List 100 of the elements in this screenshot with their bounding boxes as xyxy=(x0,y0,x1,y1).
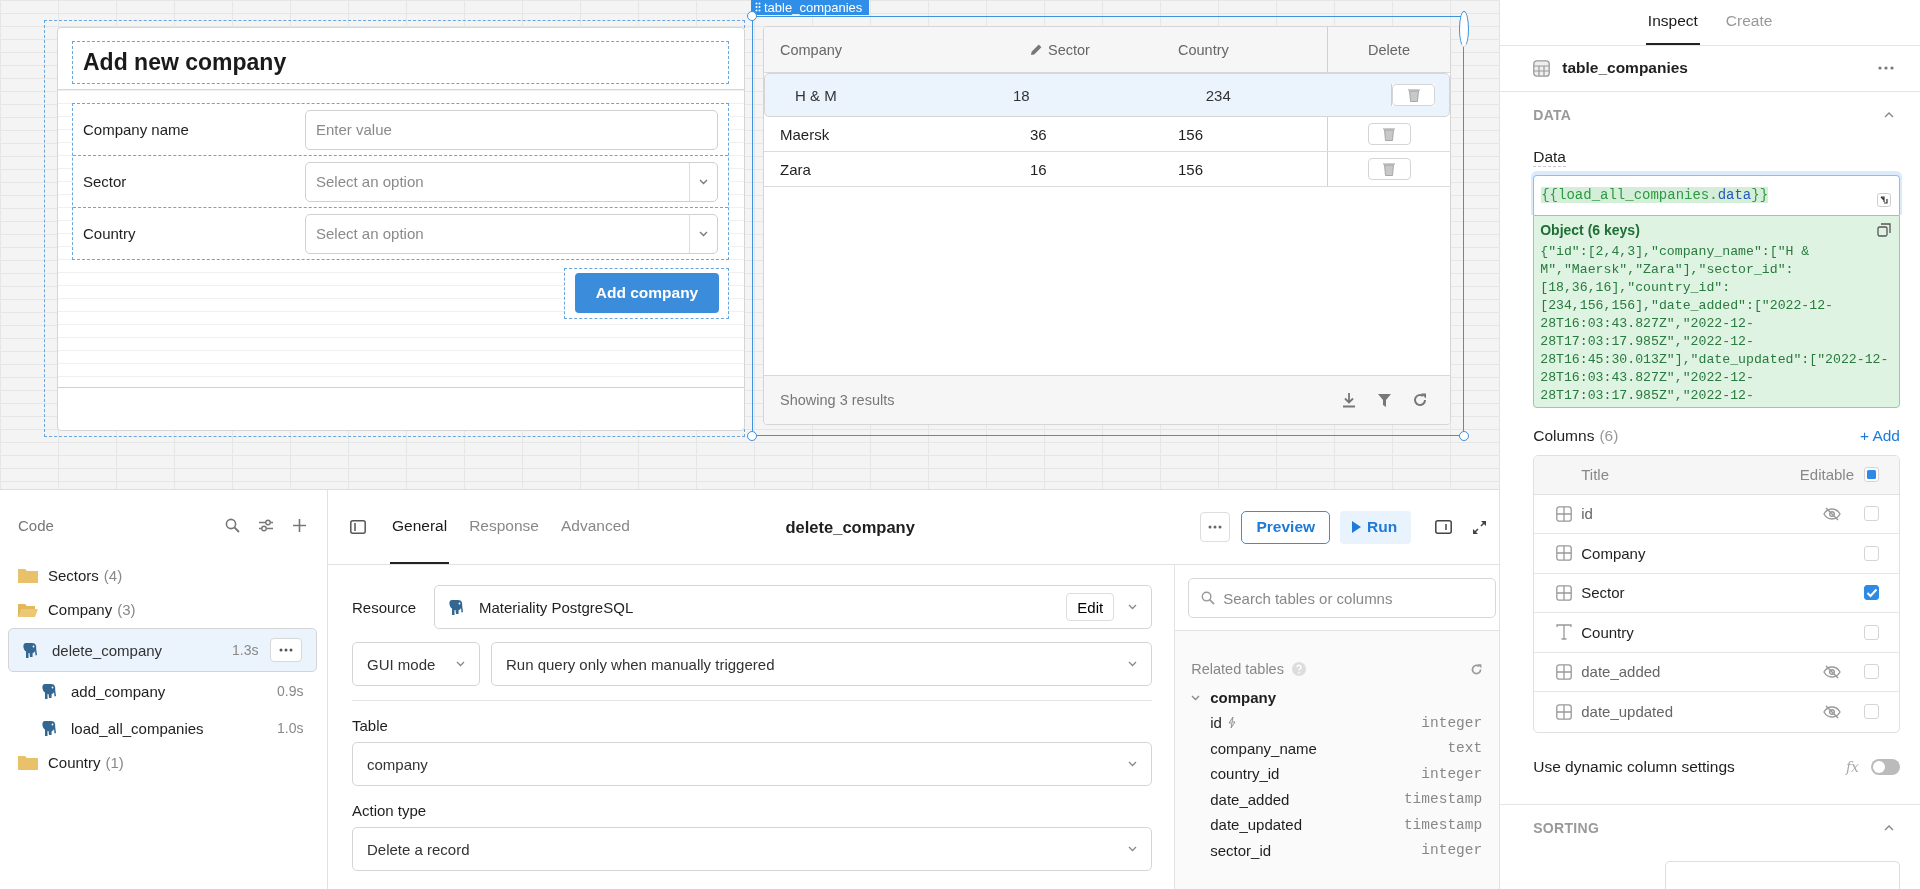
expand-icon[interactable] xyxy=(1472,519,1488,535)
edit-button[interactable]: Edit xyxy=(1066,593,1115,621)
run-button[interactable]: Run xyxy=(1340,510,1412,544)
eye-off-icon[interactable] xyxy=(1823,704,1841,719)
play-icon xyxy=(1352,521,1362,533)
resource-select[interactable]: Materiality PostgreSQL Edit xyxy=(434,585,1153,629)
column-name[interactable]: id xyxy=(1581,505,1814,523)
column-name: id xyxy=(1210,714,1222,732)
column-name[interactable]: Company xyxy=(1581,544,1855,562)
download-icon[interactable] xyxy=(1341,392,1357,408)
panel-title: Code xyxy=(18,516,55,534)
folder-item[interactable]: Sectors (4) xyxy=(8,557,317,594)
item-count: (6) xyxy=(1599,426,1619,445)
field-label: Resource xyxy=(352,598,418,616)
component-name: table_companies xyxy=(764,0,863,15)
trigger-select[interactable]: Run query only when manually triggered xyxy=(491,642,1153,686)
column-name: date_updated xyxy=(1210,816,1302,834)
code-field[interactable]: {{load_all_companies.data}} xyxy=(1533,174,1900,215)
query-item[interactable]: delete_company 1.3s xyxy=(8,628,317,672)
trash-icon xyxy=(1383,127,1395,141)
sidebar-icon[interactable] xyxy=(350,520,366,534)
refresh-icon[interactable] xyxy=(1412,392,1428,408)
format-icon[interactable] xyxy=(1877,193,1891,208)
add-button[interactable]: + Add xyxy=(1859,426,1900,445)
more-button[interactable] xyxy=(1200,512,1231,542)
query-item[interactable]: load_all_companies 1.0s xyxy=(8,710,317,746)
table-row[interactable]: Maersk 36 156 xyxy=(764,117,1450,152)
column-header[interactable]: Company xyxy=(764,27,843,72)
plus-icon[interactable] xyxy=(292,517,307,533)
folder-item[interactable]: Country (1) xyxy=(8,744,317,781)
chevron-down-icon xyxy=(1191,694,1201,701)
text-input[interactable]: Enter value xyxy=(305,109,718,150)
chevron-down-icon xyxy=(699,230,708,237)
column-name: sector_id xyxy=(1210,841,1272,859)
inspector-tab[interactable]: Inspect xyxy=(1645,0,1700,45)
field-label: Country xyxy=(83,225,137,242)
component-name: table_companies xyxy=(1562,59,1689,78)
more-icon[interactable] xyxy=(1878,66,1894,71)
copy-icon[interactable] xyxy=(1877,222,1891,237)
column-header[interactable]: Sector xyxy=(1014,27,1090,72)
folder-item[interactable]: Company (3) xyxy=(8,591,317,628)
trash-icon xyxy=(1383,162,1395,176)
eye-off-icon[interactable] xyxy=(1823,664,1841,679)
select-field[interactable]: Select an option xyxy=(305,161,718,202)
delete-button[interactable] xyxy=(1367,158,1411,180)
checkbox[interactable] xyxy=(1864,585,1879,601)
grid-icon xyxy=(1556,584,1573,601)
select-field[interactable] xyxy=(1665,860,1900,889)
table-cell: H & M xyxy=(795,86,837,104)
refresh-icon[interactable] xyxy=(1470,662,1484,676)
select-field[interactable]: Select an option xyxy=(305,213,718,254)
editor-tab[interactable]: Advanced xyxy=(558,490,632,564)
more-button[interactable] xyxy=(270,638,302,662)
column-name[interactable]: date_added xyxy=(1581,663,1814,681)
table-cell: Maersk xyxy=(780,125,830,143)
folder-icon xyxy=(18,567,38,584)
search-icon[interactable] xyxy=(225,517,240,533)
column-name[interactable]: date_updated xyxy=(1581,703,1814,721)
section-title: DATA xyxy=(1533,106,1572,123)
table-item[interactable]: company xyxy=(1175,685,1500,710)
mode-select[interactable]: GUI mode xyxy=(352,642,480,686)
table-row[interactable]: H & M 18 234 xyxy=(764,73,1450,117)
filter-icon[interactable] xyxy=(1377,392,1392,408)
search-field[interactable]: Search tables or columns xyxy=(1188,578,1497,618)
eye-off-icon[interactable] xyxy=(1823,506,1841,521)
chevron-down-icon xyxy=(456,661,465,667)
chevron-up-icon[interactable] xyxy=(1884,111,1894,118)
column-name[interactable]: Country xyxy=(1581,623,1855,641)
chevron-up-icon[interactable] xyxy=(1884,824,1894,831)
table-row[interactable]: Zara 16 156 xyxy=(764,152,1450,187)
column-name[interactable]: Sector xyxy=(1581,584,1855,602)
form-title: Add new company xyxy=(83,49,287,76)
resize-handle[interactable] xyxy=(1459,431,1469,441)
field-label: Data xyxy=(1533,147,1566,167)
resize-handle[interactable] xyxy=(1459,11,1469,47)
action-type-select[interactable]: Delete a record xyxy=(352,827,1153,871)
delete-button[interactable] xyxy=(1392,84,1435,106)
drag-handle-icon[interactable] xyxy=(755,2,761,12)
preview-button[interactable]: Preview xyxy=(1241,510,1331,544)
table-select[interactable]: company xyxy=(352,742,1153,786)
field-label: Sector xyxy=(83,173,128,190)
chevron-down-icon xyxy=(699,178,708,185)
query-item[interactable]: add_company 0.9s xyxy=(8,673,317,709)
delete-button[interactable] xyxy=(1367,123,1411,145)
resource-name: Materiality PostgreSQL xyxy=(479,598,635,616)
resize-handle[interactable] xyxy=(747,431,757,441)
table-cell: 18 xyxy=(1012,86,1030,104)
column-type: integer xyxy=(1421,842,1483,859)
toggle-switch[interactable] xyxy=(1871,758,1900,775)
sliders-icon[interactable] xyxy=(258,517,274,533)
open-folder-icon xyxy=(18,601,38,618)
editor-tab[interactable]: Response xyxy=(467,490,541,564)
elephant-icon xyxy=(42,682,58,700)
column-type: timestamp xyxy=(1403,791,1483,808)
resize-handle[interactable] xyxy=(747,11,757,21)
column-type: integer xyxy=(1421,765,1483,782)
column-header[interactable]: Country xyxy=(1162,27,1229,72)
panel-icon[interactable] xyxy=(1435,520,1453,534)
editor-tab[interactable]: General xyxy=(390,490,450,564)
setting-label: Use dynamic column settings xyxy=(1533,757,1736,776)
